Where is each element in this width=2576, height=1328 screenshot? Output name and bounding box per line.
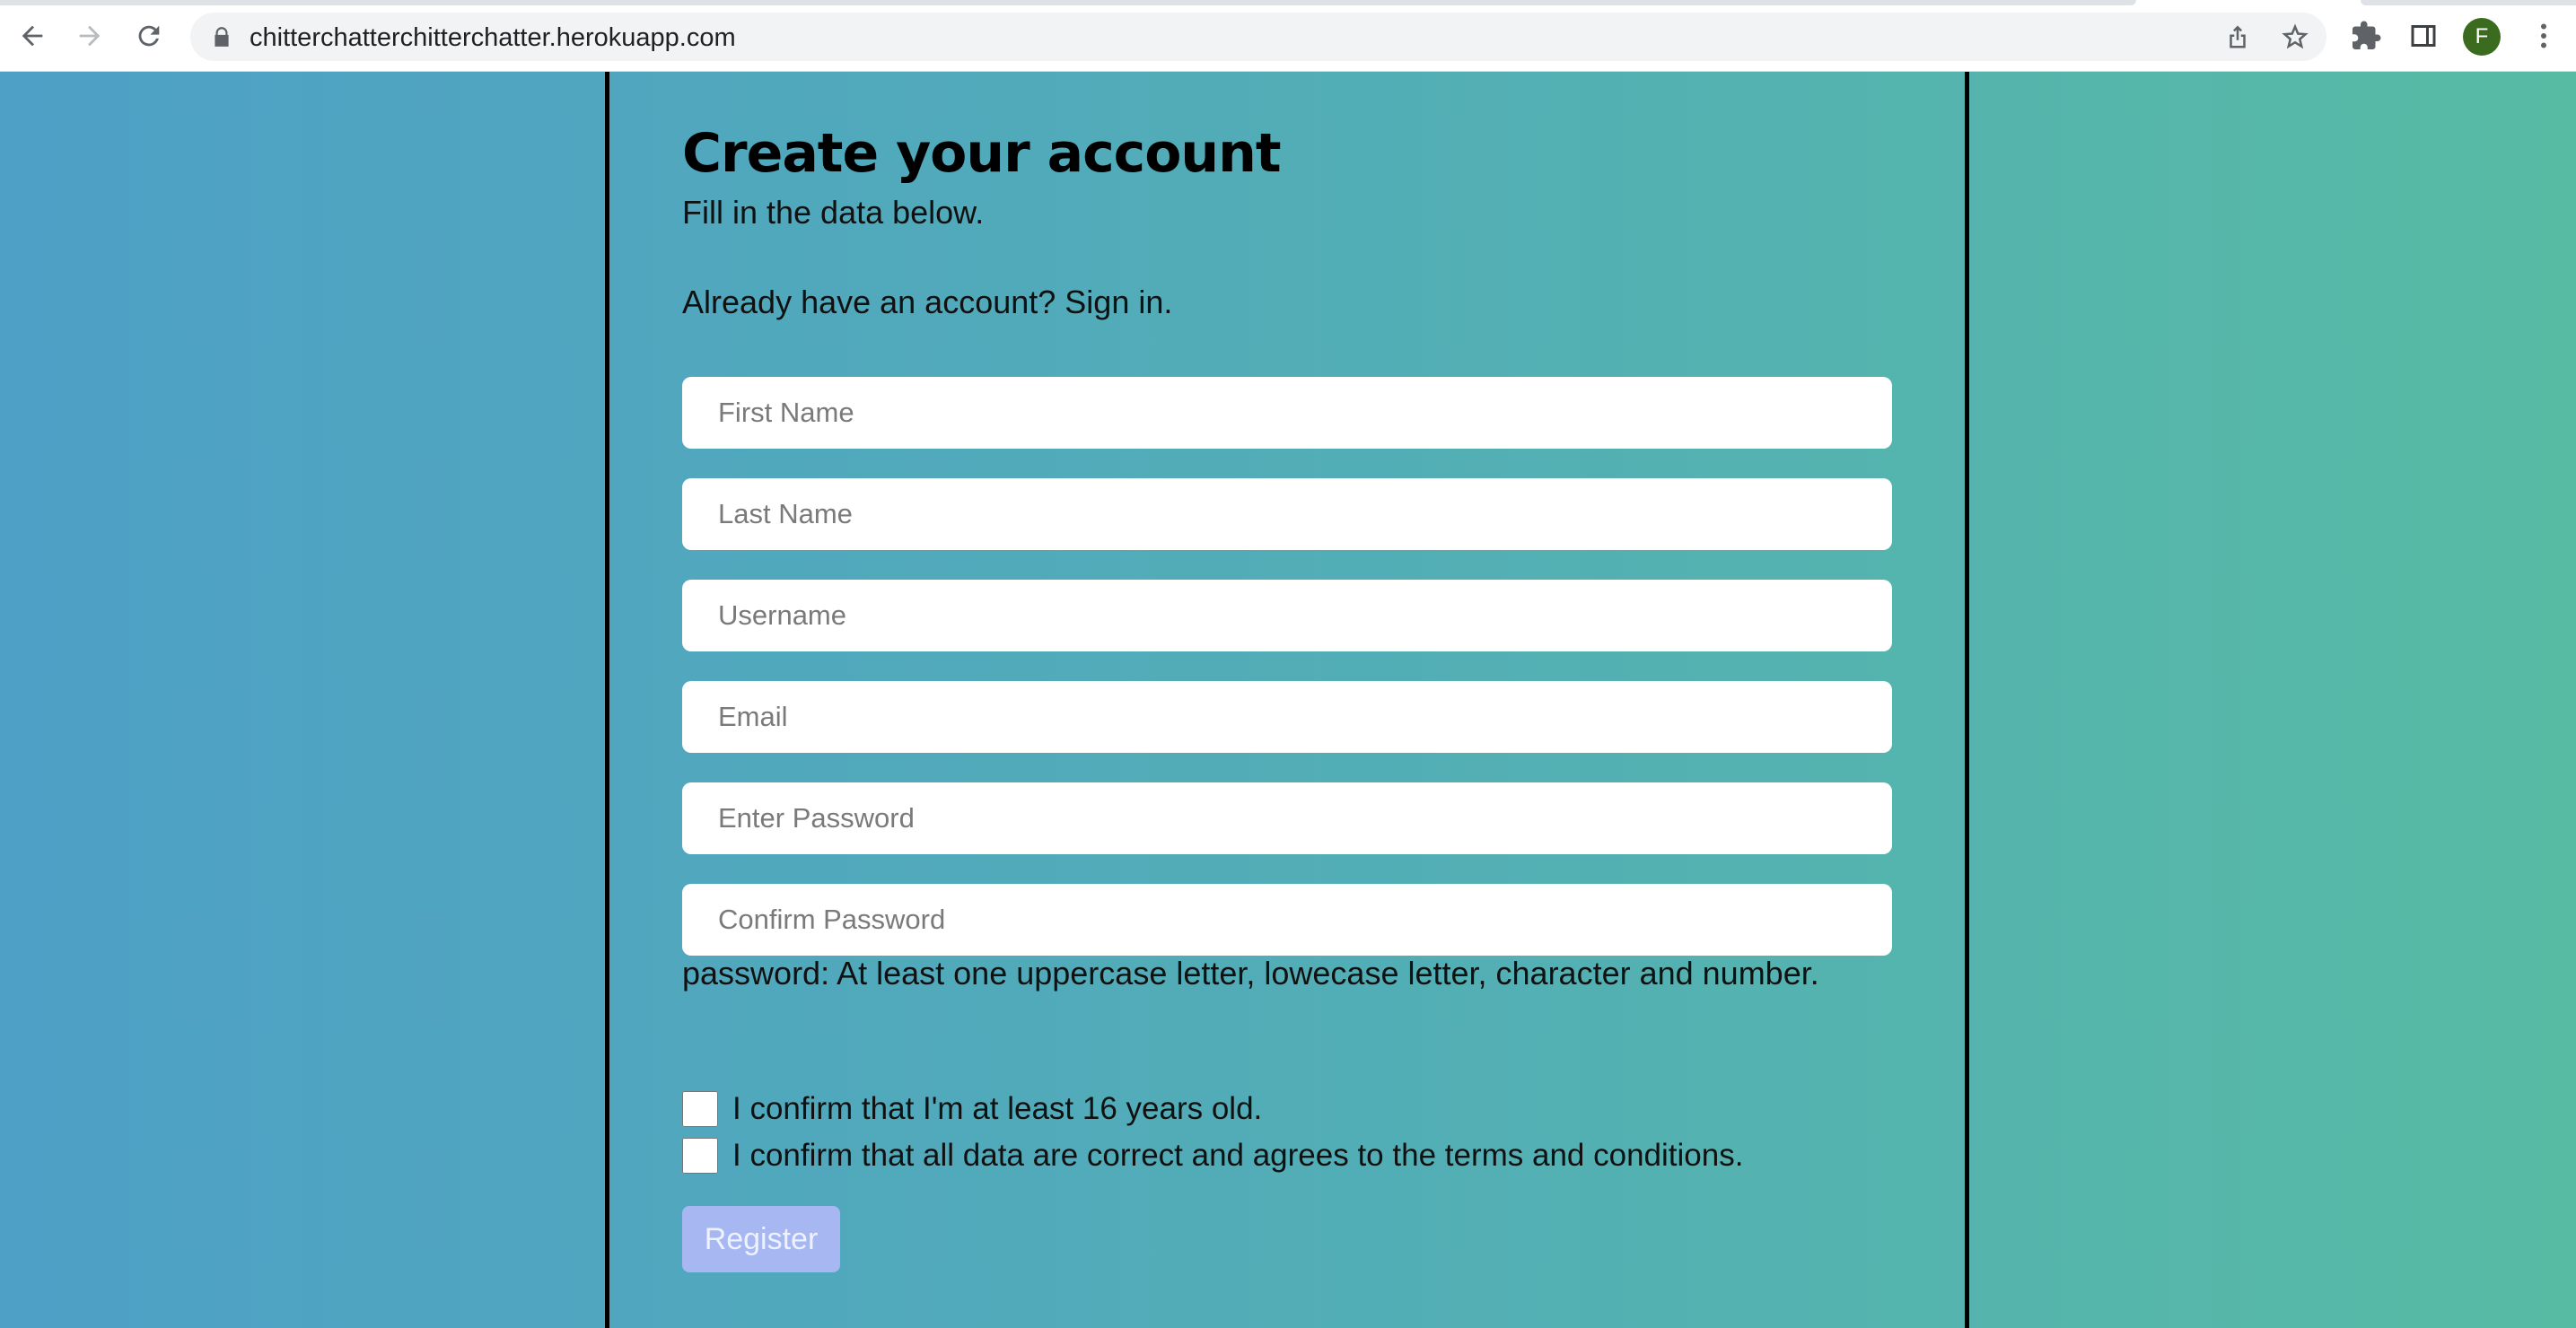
extensions-puzzle-icon[interactable]: [2350, 20, 2382, 52]
star-icon[interactable]: [2282, 23, 2309, 50]
confirm-password-input[interactable]: [682, 884, 1892, 956]
forward-button[interactable]: [70, 16, 110, 56]
page-title: Create your account: [682, 122, 1282, 185]
password-hint: password: At least one uppercase letter,…: [682, 955, 1819, 992]
tab-strip: [0, 0, 2136, 5]
terms-confirm-row: I confirm that all data are correct and …: [682, 1138, 1743, 1174]
browser-toolbar: chitterchatterchitterchatter.herokuapp.c…: [0, 0, 2576, 72]
forward-arrow-icon: [79, 25, 101, 47]
terms-confirm-label: I confirm that all data are correct and …: [732, 1138, 1744, 1173]
register-button[interactable]: Register: [682, 1206, 840, 1272]
age-confirm-label: I confirm that I'm at least 16 years old…: [732, 1091, 1263, 1126]
address-bar[interactable]: chitterchatterchitterchatter.herokuapp.c…: [190, 13, 2326, 61]
url-text[interactable]: chitterchatterchitterchatter.herokuapp.c…: [250, 23, 736, 53]
age-confirm-checkbox[interactable]: [682, 1091, 718, 1127]
password-input[interactable]: [682, 782, 1892, 854]
lock-icon: [215, 27, 229, 47]
back-button[interactable]: [13, 16, 52, 56]
share-icon[interactable]: [2224, 23, 2251, 50]
more-vert-icon[interactable]: [2528, 20, 2560, 52]
tab-strip-right: [2361, 0, 2576, 5]
avatar[interactable]: F: [2463, 18, 2501, 56]
side-panel-icon[interactable]: [2407, 20, 2440, 52]
reload-icon: [138, 25, 160, 47]
username-input[interactable]: [682, 580, 1892, 651]
age-confirm-row: I confirm that I'm at least 16 years old…: [682, 1091, 1262, 1127]
last-name-input[interactable]: [682, 478, 1892, 550]
back-arrow-icon: [22, 25, 43, 47]
first-name-input[interactable]: [682, 377, 1892, 449]
reload-button[interactable]: [129, 16, 169, 56]
email-input[interactable]: [682, 681, 1892, 753]
sign-in-link[interactable]: Already have an account? Sign in.: [682, 284, 1172, 321]
page-subtitle: Fill in the data below.: [682, 194, 985, 231]
terms-confirm-checkbox[interactable]: [682, 1138, 718, 1174]
